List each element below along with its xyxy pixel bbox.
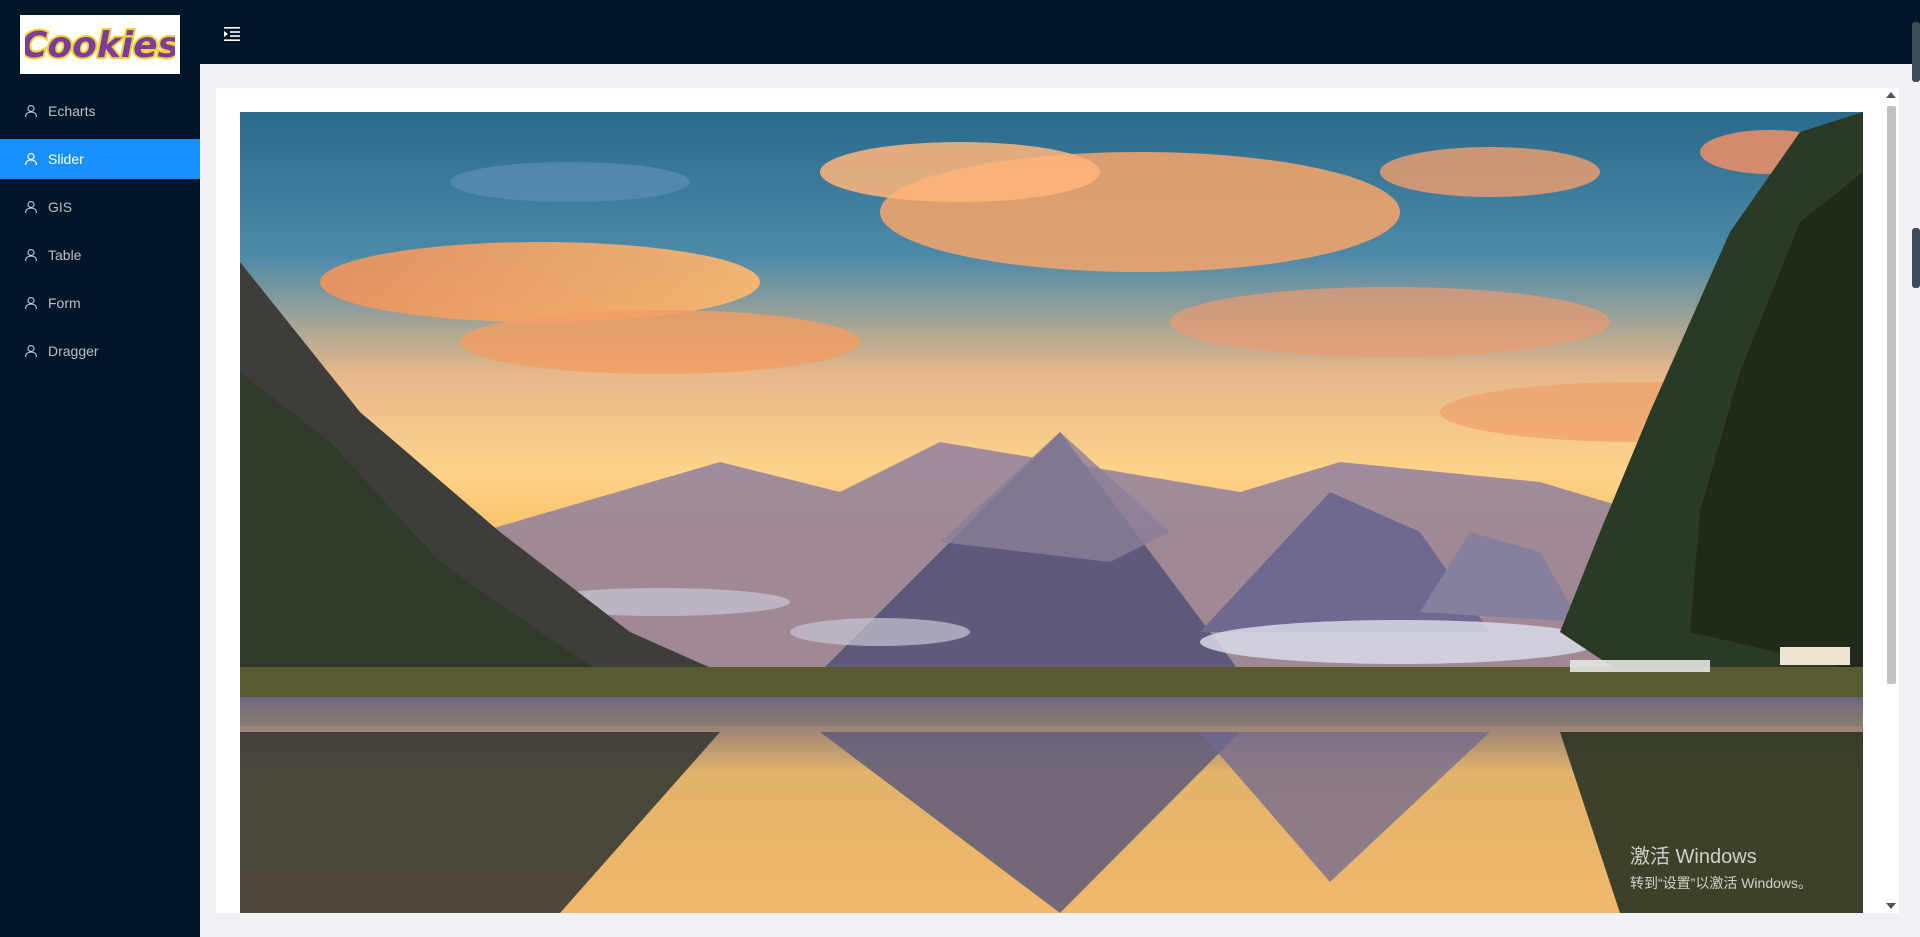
user-icon bbox=[24, 104, 38, 118]
windows-activation-watermark: 激活 Windows 转到“设置”以激活 Windows。 bbox=[1630, 840, 1812, 893]
sidebar-item-label: Slider bbox=[48, 151, 84, 167]
scrollbar-thumb[interactable] bbox=[1912, 22, 1920, 82]
user-icon bbox=[24, 344, 38, 358]
logo-text: Cookies bbox=[25, 25, 175, 66]
cookies-logo-image: Cookies bbox=[25, 23, 175, 68]
user-icon bbox=[24, 152, 38, 166]
sidebar-item-slider[interactable]: Slider bbox=[0, 139, 200, 179]
watermark-subtitle: 转到“设置”以激活 Windows。 bbox=[1630, 875, 1813, 891]
slider-card bbox=[216, 88, 1899, 913]
top-header bbox=[200, 0, 1920, 64]
sidebar: Cookies Echarts Slider GIS Table Form Dragger bbox=[0, 0, 200, 937]
scrollbar-thumb[interactable] bbox=[1912, 228, 1920, 288]
main-content bbox=[200, 64, 1920, 937]
sidebar-item-label: Echarts bbox=[48, 103, 96, 119]
logo[interactable]: Cookies bbox=[20, 15, 180, 74]
sidebar-item-table[interactable]: Table bbox=[0, 235, 200, 275]
window-scrollbar[interactable] bbox=[1912, 0, 1920, 937]
sidebar-item-form[interactable]: Form bbox=[0, 283, 200, 323]
sidebar-item-gis[interactable]: GIS bbox=[0, 187, 200, 227]
scroll-down-arrow-icon[interactable] bbox=[1886, 903, 1896, 909]
user-icon bbox=[24, 200, 38, 214]
sidebar-item-dragger[interactable]: Dragger bbox=[0, 331, 200, 371]
scrollbar-thumb[interactable] bbox=[1887, 106, 1896, 684]
scroll-up-arrow-icon[interactable] bbox=[1886, 92, 1896, 98]
sidebar-item-label: Dragger bbox=[48, 343, 99, 359]
carousel-slide-image[interactable] bbox=[240, 112, 1863, 913]
user-icon bbox=[24, 296, 38, 310]
sidebar-item-label: GIS bbox=[48, 199, 73, 215]
content-scrollbar[interactable] bbox=[1883, 88, 1899, 913]
menu-fold-icon[interactable] bbox=[222, 24, 242, 44]
sidebar-item-echarts[interactable]: Echarts bbox=[0, 91, 200, 131]
sidebar-menu: Echarts Slider GIS Table Form Dragger bbox=[0, 91, 200, 379]
sidebar-item-label: Form bbox=[48, 295, 81, 311]
user-icon bbox=[24, 248, 38, 262]
sidebar-item-label: Table bbox=[48, 247, 82, 263]
watermark-title: 激活 Windows bbox=[1630, 846, 1757, 868]
